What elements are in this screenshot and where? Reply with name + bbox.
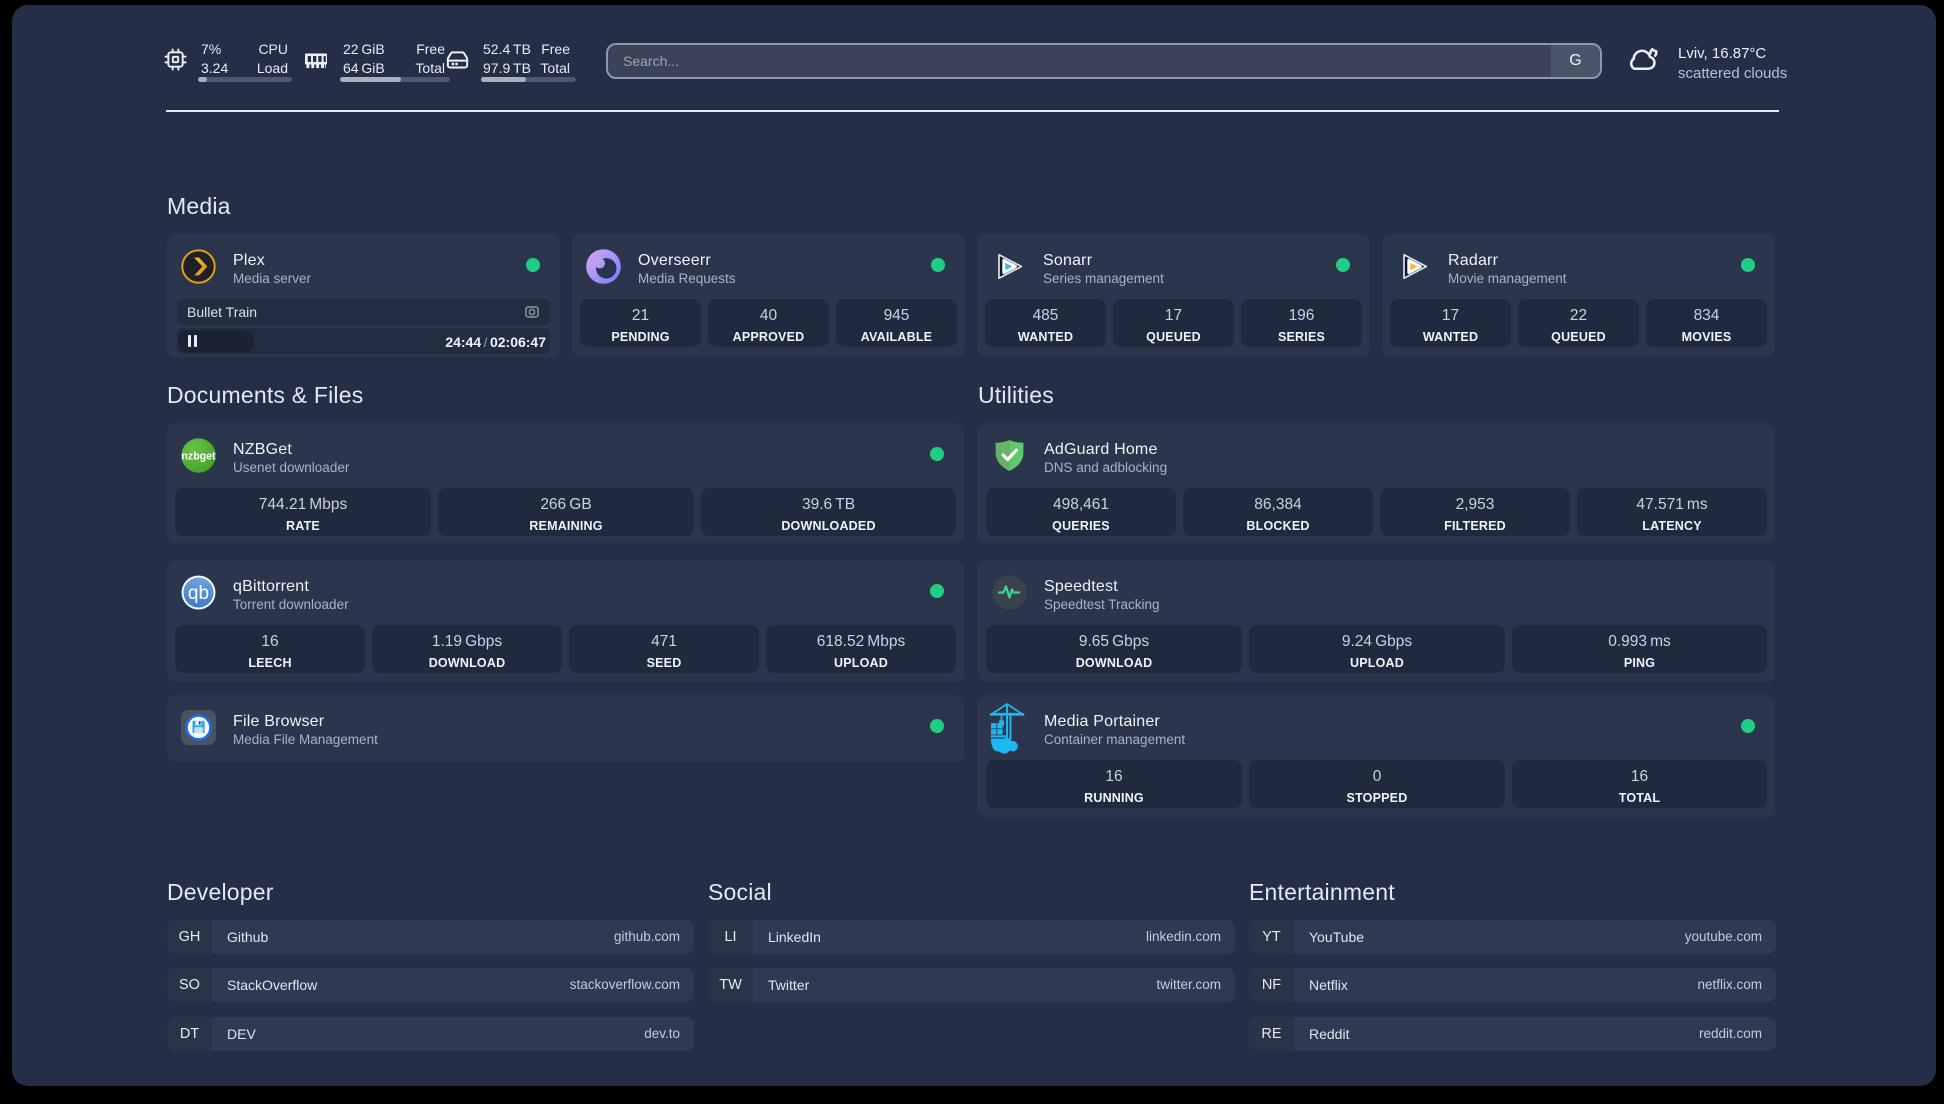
svg-text:nzbget: nzbget xyxy=(181,450,216,462)
svg-text:qb: qb xyxy=(188,583,209,604)
